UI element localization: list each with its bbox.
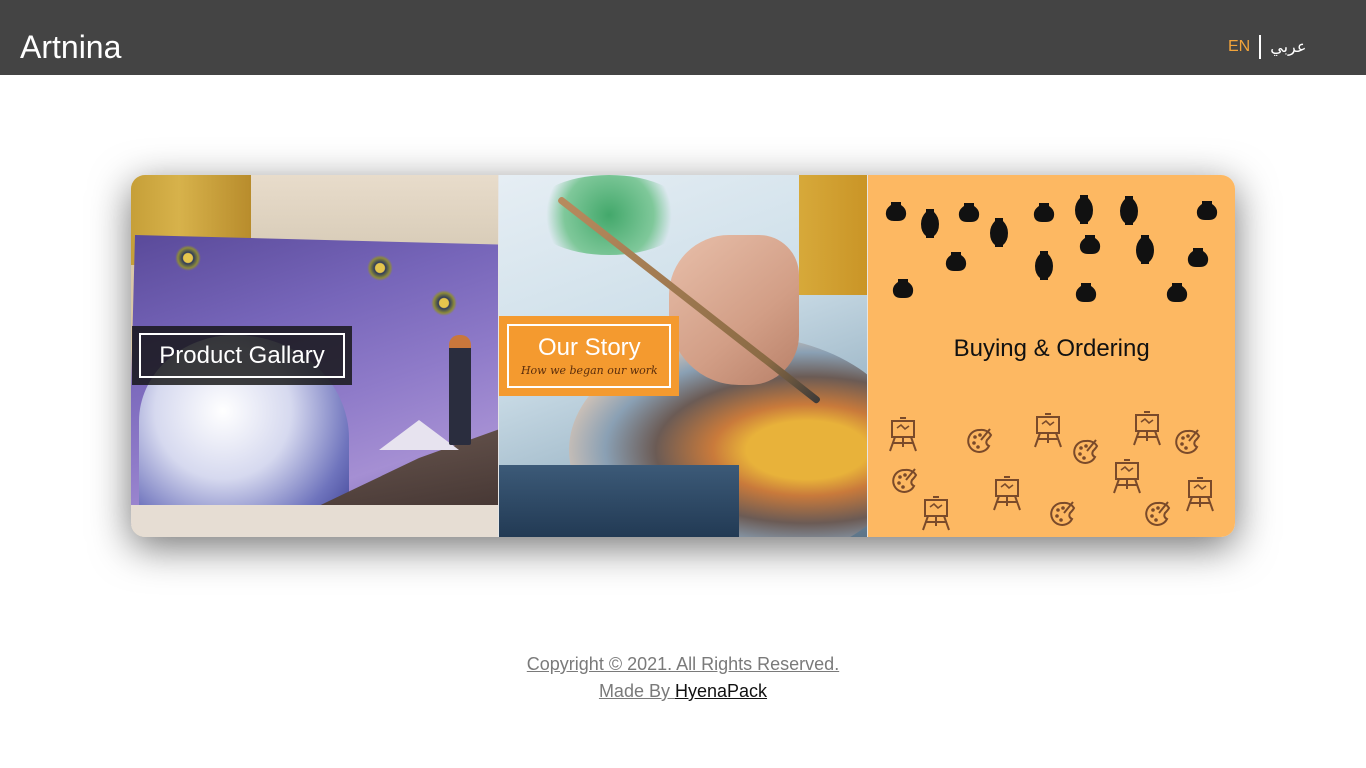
vase-icon <box>885 195 1217 302</box>
card-buying-ordering[interactable]: Buying & Ordering <box>866 175 1235 537</box>
painting-figure <box>449 335 471 445</box>
card-image-floor <box>131 505 499 537</box>
our-story-button[interactable]: Our Story How we began our work <box>499 316 680 396</box>
card-image-hand <box>669 235 800 385</box>
lang-arabic-link[interactable]: عربي <box>1270 37 1306 57</box>
brand-logo[interactable]: Artnina <box>20 29 121 65</box>
painting-star <box>175 245 201 271</box>
painting-star <box>431 290 457 316</box>
made-by-line: Made By HyenaPack <box>0 678 1366 705</box>
card-product-gallery[interactable]: Product Gallary <box>131 175 499 537</box>
our-story-subtitle: How we began our work <box>520 364 658 377</box>
card-our-story[interactable]: Our Story How we began our work <box>498 175 867 537</box>
product-gallery-button[interactable]: Product Gallary <box>132 326 352 385</box>
author-link[interactable]: HyenaPack <box>675 681 767 701</box>
made-by-text[interactable]: Made By <box>599 681 675 701</box>
palette-icon <box>891 428 1200 526</box>
lang-divider <box>1259 35 1262 59</box>
our-story-frame: Our Story How we began our work <box>507 324 672 388</box>
lang-english-link[interactable]: EN <box>1228 38 1250 56</box>
category-cards: Product Gallary Our Story How we began o… <box>131 175 1235 537</box>
painting-star <box>367 255 393 281</box>
card-image-wall <box>251 175 499 245</box>
buying-ordering-title: Buying & Ordering <box>953 335 1150 362</box>
card-image-yellow-fabric <box>799 175 867 295</box>
language-switcher: EN عربي <box>1228 34 1306 60</box>
copyright-link[interactable]: Copyright © 2021. All Rights Reserved. <box>527 654 839 674</box>
card-image-jeans <box>499 465 740 537</box>
product-gallery-label: Product Gallary <box>139 333 345 378</box>
footer: Copyright © 2021. All Rights Reserved. M… <box>0 651 1366 705</box>
our-story-title: Our Story <box>537 334 641 361</box>
header: Artnina EN عربي <box>0 0 1366 75</box>
